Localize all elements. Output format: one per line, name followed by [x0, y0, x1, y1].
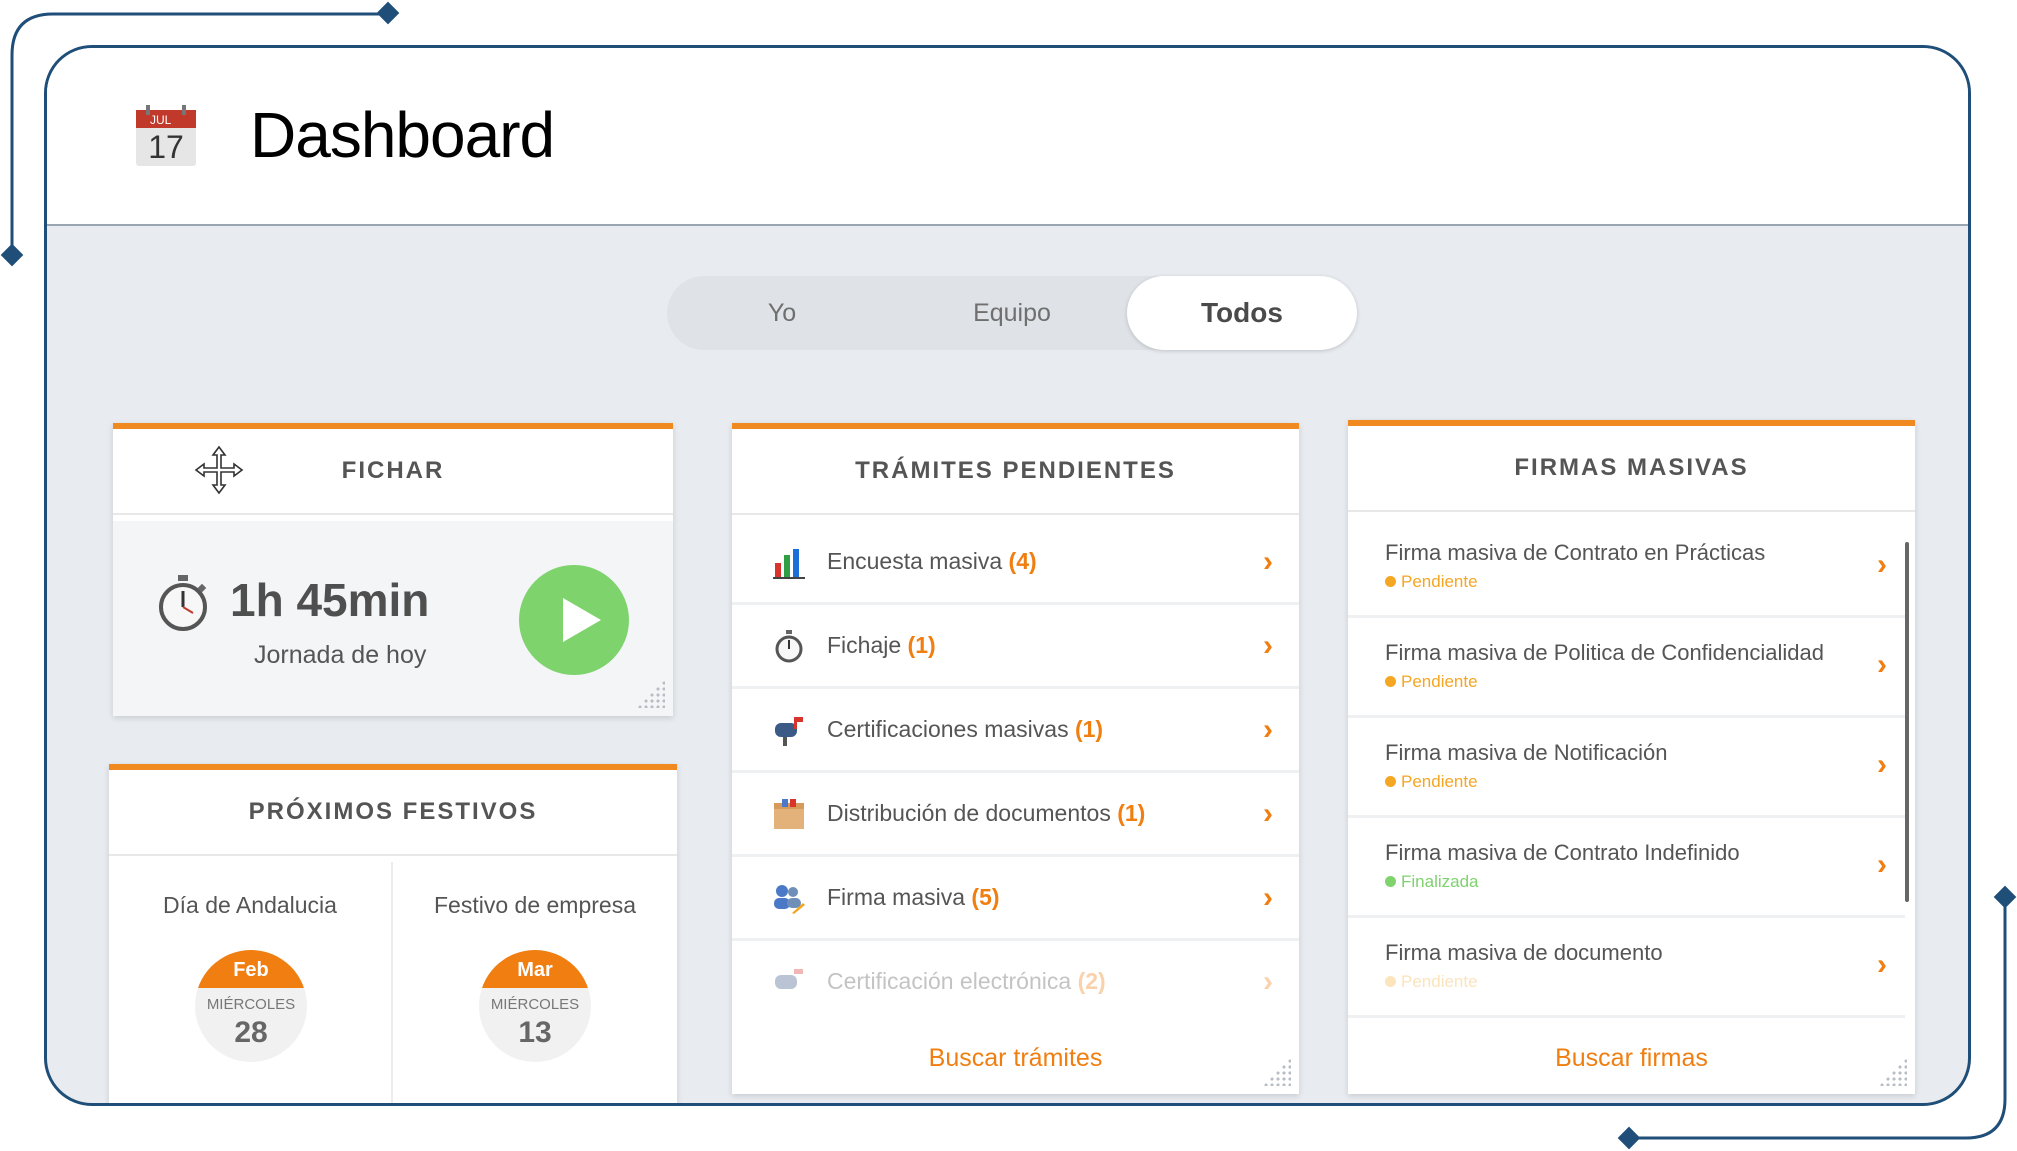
firma-status: Pendiente — [1385, 572, 1478, 592]
tramite-label: Distribución de documentos (1) — [827, 800, 1146, 826]
firma-row[interactable]: Firma masiva de Contrato Indefinido Fina… — [1348, 818, 1905, 918]
firma-title: Firma masiva de Contrato Indefinido — [1385, 840, 1740, 865]
festivo-name: Festivo de empresa — [434, 892, 636, 918]
firma-status: Pendiente — [1385, 972, 1478, 992]
tramites-title: TRÁMITES PENDIENTES — [732, 429, 1299, 515]
chevron-right-icon: › — [1263, 964, 1273, 998]
status-dot — [1385, 876, 1396, 888]
tab-yo[interactable]: Yo — [667, 276, 897, 350]
tab-equipo[interactable]: Equipo — [897, 276, 1127, 350]
festivos-card: PRÓXIMOS FESTIVOS Día de Andalucia Feb M… — [109, 764, 677, 1103]
box-icon — [774, 798, 804, 829]
firma-title: Firma masiva de Notificación — [1385, 740, 1668, 765]
tramite-row-certificacion-electronica[interactable]: Certificación electrónica (2) › — [732, 941, 1299, 1025]
chevron-right-icon: › — [1877, 948, 1887, 981]
buscar-firmas-link[interactable]: Buscar firmas — [1348, 1022, 1915, 1094]
connector-node-right — [1993, 885, 2017, 909]
firma-row[interactable]: Firma masiva de documento Pendiente › — [1348, 918, 1905, 1018]
festivo-item: Festivo de empresa Mar MIÉRCOLES 13 — [393, 862, 677, 1103]
move-cursor-icon — [194, 445, 244, 495]
calendar-icon-day: 17 — [148, 129, 184, 165]
connector-node-bottom — [1617, 1126, 1641, 1150]
tramite-row-encuesta[interactable]: Encuesta masiva (4) › — [732, 521, 1299, 605]
page-title: Dashboard — [250, 99, 555, 171]
chevron-right-icon: › — [1263, 628, 1273, 662]
stopwatch-icon — [159, 575, 207, 631]
firma-row[interactable]: Firma masiva de Notificación Pendiente › — [1348, 718, 1905, 818]
festivo-weekday: MIÉRCOLES — [490, 996, 580, 1013]
chevron-right-icon: › — [1263, 544, 1273, 578]
tramite-label: Certificaciones masivas (1) — [827, 716, 1104, 742]
fichar-time: 1h 45min — [230, 574, 430, 626]
festivo-date-badge: Mar MIÉRCOLES 13 — [479, 950, 591, 1062]
festivo-item: Día de Andalucia Feb MIÉRCOLES 28 — [109, 862, 393, 1103]
festivo-day: 28 — [234, 1016, 268, 1049]
mailbox-icon — [775, 716, 803, 746]
chevron-right-icon: › — [1263, 712, 1273, 746]
screenshot-stage: JUL 17 Dashboard Yo Equipo Todos FICHAR — [0, 0, 2017, 1151]
firma-title: Firma masiva de documento — [1385, 940, 1663, 965]
firma-status: Pendiente — [1385, 772, 1478, 792]
fichar-body: 1h 45min Jornada de hoy — [113, 521, 673, 716]
chevron-right-icon: › — [1263, 796, 1273, 830]
tramite-row-certificaciones[interactable]: Certificaciones masivas (1) › — [732, 689, 1299, 773]
connector-node-left — [0, 243, 24, 267]
firmas-card: FIRMAS MASIVAS Firma masiva de Contrato … — [1348, 420, 1915, 1094]
firma-row[interactable]: Firma masiva de Contrato en Prácticas Pe… — [1348, 518, 1905, 618]
chevron-right-icon: › — [1877, 748, 1887, 781]
festivo-name: Día de Andalucia — [163, 892, 337, 918]
calendar-icon-month: JUL — [150, 113, 172, 127]
festivo-date-badge: Feb MIÉRCOLES 28 — [195, 950, 307, 1062]
firmas-scrollbar[interactable] — [1905, 542, 1909, 902]
tramites-card: TRÁMITES PENDIENTES Encuesta masiva (4) … — [732, 423, 1299, 1094]
tab-todos[interactable]: Todos — [1127, 276, 1357, 350]
firmas-title: FIRMAS MASIVAS — [1348, 426, 1915, 512]
firma-row[interactable]: Firma masiva de Politica de Confidencial… — [1348, 618, 1905, 718]
bar-chart-icon — [773, 548, 805, 579]
status-dot — [1385, 576, 1396, 588]
connector-node-top — [376, 1, 400, 25]
festivo-day: 13 — [518, 1016, 552, 1049]
chevron-right-icon: › — [1877, 848, 1887, 881]
chevron-right-icon: › — [1263, 880, 1273, 914]
calendar-icon: JUL 17 — [136, 105, 196, 166]
play-button[interactable] — [519, 565, 629, 675]
dashboard-header: JUL 17 Dashboard — [47, 48, 1968, 226]
tramite-label: Certificación electrónica (2) — [827, 968, 1106, 994]
chevron-right-icon: › — [1877, 548, 1887, 581]
buscar-tramites-link[interactable]: Buscar trámites — [732, 1022, 1299, 1094]
firma-title: Firma masiva de Contrato en Prácticas — [1385, 540, 1766, 565]
users-sign-icon — [774, 884, 805, 914]
tramite-row-firma-masiva[interactable]: Firma masiva (5) › — [732, 857, 1299, 941]
tramite-row-fichaje[interactable]: Fichaje (1) › — [732, 605, 1299, 689]
firma-status: Pendiente — [1385, 672, 1478, 692]
chevron-right-icon: › — [1877, 648, 1887, 681]
status-dot — [1385, 976, 1396, 988]
festivo-weekday: MIÉRCOLES — [206, 996, 296, 1013]
status-dot — [1385, 776, 1396, 788]
festivo-month: Feb — [195, 950, 307, 988]
firma-status: Finalizada — [1385, 872, 1479, 892]
fichar-subtitle: Jornada de hoy — [254, 641, 427, 669]
certificate-icon — [775, 968, 803, 989]
tramite-label: Firma masiva (5) — [827, 884, 1000, 910]
festivo-month: Mar — [479, 950, 591, 988]
status-dot — [1385, 676, 1396, 688]
stopwatch-icon — [775, 629, 803, 662]
tramite-label: Encuesta masiva (4) — [827, 548, 1037, 574]
scope-tabs: Yo Equipo Todos — [667, 276, 1357, 350]
tramite-label: Fichaje (1) — [827, 632, 936, 658]
tramite-row-distribucion[interactable]: Distribución de documentos (1) › — [732, 773, 1299, 857]
dashboard-frame: JUL 17 Dashboard Yo Equipo Todos FICHAR — [44, 45, 1971, 1106]
firma-title: Firma masiva de Politica de Confidencial… — [1385, 640, 1824, 665]
festivos-title: PRÓXIMOS FESTIVOS — [109, 770, 677, 856]
